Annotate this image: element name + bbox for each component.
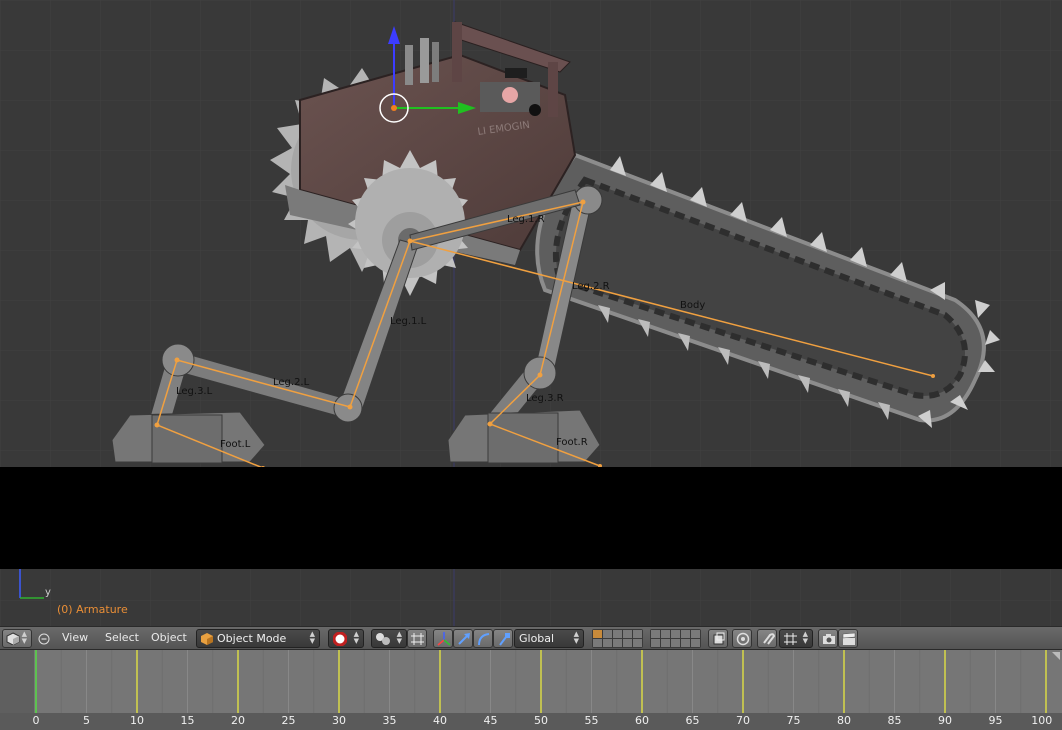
rotate-manipulator-button[interactable] bbox=[473, 629, 493, 648]
snap-increment-icon bbox=[784, 633, 797, 645]
layers-lock-icon bbox=[713, 632, 725, 645]
menu-select[interactable]: Select bbox=[105, 631, 139, 644]
layers-group-1[interactable] bbox=[592, 629, 643, 648]
black-band bbox=[0, 467, 1062, 569]
rotate-arc-icon bbox=[478, 633, 490, 646]
bone-label-leg-3-l: Leg.3.L bbox=[176, 386, 213, 397]
frame-label: 15 bbox=[180, 714, 195, 727]
frame-label: 50 bbox=[534, 714, 548, 727]
origin-dot-icon bbox=[391, 105, 397, 111]
timeline-grid bbox=[35, 650, 1047, 713]
bone-label-leg-1-l: Leg.1.L bbox=[390, 316, 427, 327]
snap-toggle-button[interactable] bbox=[757, 629, 777, 648]
frame-label: 45 bbox=[483, 714, 498, 727]
scale-handle-icon bbox=[499, 633, 510, 646]
dropdown-arrows-icon: ▲ ▼ bbox=[802, 630, 808, 645]
pivot-point-dropdown[interactable]: ▲ ▼ bbox=[371, 629, 407, 648]
render-image-button[interactable] bbox=[818, 629, 838, 648]
scale-manipulator-button[interactable] bbox=[493, 629, 513, 648]
viewport-header: ▲ ▼ View Select Object Object Mode ▲ ▼ ▲ ▼ … bbox=[0, 626, 1062, 650]
dropdown-arrows-icon: ▲ ▼ bbox=[309, 630, 315, 645]
area-split-corner-icon[interactable] bbox=[1052, 652, 1060, 660]
frame-ruler[interactable] bbox=[0, 713, 1062, 730]
layers-group-2[interactable] bbox=[650, 629, 701, 648]
object-cube-icon bbox=[201, 633, 213, 645]
frame-label: 80 bbox=[837, 714, 851, 727]
frame-label: 40 bbox=[433, 714, 447, 727]
frame-label: 75 bbox=[786, 714, 801, 727]
frame-label: 0 bbox=[32, 714, 40, 727]
bone-label-foot-l: Foot.L bbox=[220, 439, 251, 450]
translate-arrow-icon bbox=[458, 633, 470, 645]
viewport-shading-dropdown[interactable]: ▲ ▼ bbox=[328, 629, 364, 648]
bone-label-leg-2-r: Leg.2.R bbox=[572, 281, 610, 292]
proportional-editing-button[interactable] bbox=[732, 629, 752, 648]
frame-label: 55 bbox=[584, 714, 599, 727]
bone-label-leg-2-l: Leg.2.L bbox=[273, 377, 310, 388]
frame-label: 65 bbox=[685, 714, 700, 727]
collapse-menu-button[interactable] bbox=[38, 629, 52, 648]
dropdown-arrows-icon: ▲ ▼ bbox=[396, 630, 402, 645]
mode-label: Object Mode bbox=[217, 632, 287, 645]
active-object-label: (0) Armature bbox=[57, 603, 128, 616]
orientation-label: Global bbox=[519, 632, 555, 645]
snap-element-dropdown[interactable]: ▲ ▼ bbox=[779, 629, 813, 648]
magnet-icon bbox=[763, 633, 775, 645]
mode-dropdown[interactable]: Object Mode ▲ ▼ bbox=[196, 629, 320, 648]
bone-label-body: Body bbox=[680, 300, 705, 311]
bone-label-leg-3-r: Leg.3.R bbox=[526, 393, 564, 404]
transform-orientation-dropdown[interactable]: Global ▲ ▼ bbox=[514, 629, 584, 648]
frame-label: 10 bbox=[130, 714, 144, 727]
frame-label: 100 bbox=[1031, 714, 1053, 727]
frame-label: 25 bbox=[281, 714, 296, 727]
manipulator-axes-icon bbox=[437, 632, 451, 646]
render-animation-button[interactable] bbox=[838, 629, 858, 648]
translate-manipulator-button[interactable] bbox=[453, 629, 473, 648]
dropdown-arrows-icon: ▲ ▼ bbox=[353, 630, 359, 645]
frame-label: 30 bbox=[332, 714, 346, 727]
camera-icon bbox=[823, 634, 835, 644]
bone-label-foot-r: Foot.R bbox=[556, 437, 588, 448]
frame-label: 90 bbox=[938, 714, 952, 727]
bone-label-leg-1-r: Leg.1.R bbox=[507, 214, 545, 225]
timeline-editor[interactable]: 0 5 10 15 20 25 30 35 40 45 50 55 60 65 70 75 80 85 90 95 10… bbox=[0, 650, 1062, 730]
3d-view-icon bbox=[6, 632, 20, 645]
3d-viewport[interactable]: LI EMOGIN Leg.1.R Leg.2.R Body Leg.1.L L… bbox=[0, 0, 1062, 626]
frame-label: 5 bbox=[83, 714, 90, 727]
frame-label: 20 bbox=[231, 714, 245, 727]
pivot-icon bbox=[376, 633, 390, 645]
frame-label: 35 bbox=[382, 714, 397, 727]
dropdown-arrows-icon: ▲ ▼ bbox=[573, 630, 579, 645]
frame-label: 95 bbox=[988, 714, 1003, 727]
axis-y-label: y bbox=[45, 587, 51, 598]
manipulate-center-points-button[interactable] bbox=[407, 629, 427, 648]
layer-1-active[interactable] bbox=[593, 630, 602, 638]
shading-sphere-icon bbox=[333, 632, 347, 646]
proportional-circle-icon bbox=[736, 632, 750, 646]
clapperboard-icon bbox=[842, 632, 856, 645]
minus-circle-icon bbox=[38, 633, 50, 645]
frame-label: 60 bbox=[635, 714, 649, 727]
frame-label: 70 bbox=[736, 714, 750, 727]
manipulator-toggle-button[interactable] bbox=[433, 629, 453, 648]
dropdown-arrows-icon: ▲ ▼ bbox=[21, 630, 27, 645]
lock-camera-layers-button[interactable] bbox=[708, 629, 728, 648]
menu-object[interactable]: Object bbox=[151, 631, 187, 644]
center-points-icon bbox=[411, 633, 424, 645]
editor-type-selector[interactable]: ▲ ▼ bbox=[2, 629, 32, 648]
frame-label: 85 bbox=[887, 714, 902, 727]
menu-view[interactable]: View bbox=[62, 631, 88, 644]
